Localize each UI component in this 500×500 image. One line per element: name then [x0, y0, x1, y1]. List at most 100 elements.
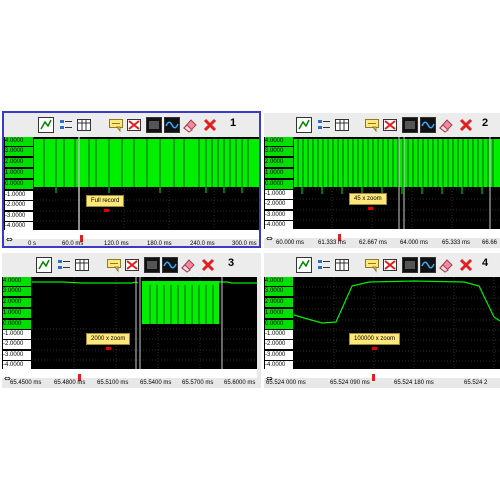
- y-tick-label: 0.0000: [265, 320, 293, 329]
- trace-plot: [294, 277, 500, 369]
- scope-icon[interactable]: [296, 117, 312, 133]
- table-icon[interactable]: [334, 257, 350, 273]
- x-tick-label: 65.524 090 ms: [330, 380, 370, 386]
- scrollbar[interactable]: ⇔: [264, 369, 500, 383]
- table-icon[interactable]: [74, 257, 90, 273]
- y-tick-label: -4.0000: [5, 222, 33, 230]
- y-tick-label: -2.0000: [265, 340, 293, 349]
- scrollbar[interactable]: ⇔: [4, 230, 259, 244]
- y-tick-label: 4.0000: [3, 277, 31, 286]
- y-tick-label: -2.0000: [265, 200, 293, 209]
- scope-icon[interactable]: [296, 257, 312, 273]
- y-tick-label: 0.0000: [3, 320, 31, 329]
- channel-list-icon[interactable]: [316, 117, 332, 133]
- trace-plot: [32, 277, 257, 369]
- y-tick-label: -1.0000: [265, 330, 293, 339]
- tooltip-icon[interactable]: [108, 117, 124, 133]
- panel-2[interactable]: 2 4.0000 3.0000 2.0000 1.0000 0.0000 -1.…: [264, 113, 500, 248]
- disable-icon[interactable]: [124, 257, 140, 273]
- eraser-icon[interactable]: [438, 257, 454, 273]
- display-icon[interactable]: [402, 117, 418, 133]
- eraser-icon[interactable]: [180, 257, 196, 273]
- x-tick-label: 65.5400 ms: [140, 380, 172, 386]
- y-tick-label: -3.0000: [265, 211, 293, 220]
- y-tick-label: 2.0000: [265, 298, 293, 307]
- plot-area[interactable]: [294, 137, 500, 229]
- zoom-marker: [372, 347, 377, 350]
- x-tick-label: 240.0 ms: [190, 241, 215, 247]
- y-tick-label: -2.0000: [3, 340, 31, 349]
- table-icon[interactable]: [334, 117, 350, 133]
- scrollbar[interactable]: ⇔: [2, 369, 257, 383]
- channel-list-icon[interactable]: [316, 257, 332, 273]
- y-tick-label: -4.0000: [265, 221, 293, 229]
- x-tick-label: 60.000 ms: [276, 240, 305, 246]
- disable-icon[interactable]: [382, 257, 398, 273]
- panel-number: 4: [482, 257, 489, 269]
- scope-icon[interactable]: [38, 117, 54, 133]
- panel-3[interactable]: 3 4.0000 3.0000 2.0000 1.0000 0.0000 -1.…: [2, 253, 261, 388]
- channel-list-icon[interactable]: [56, 257, 72, 273]
- close-icon[interactable]: [202, 117, 218, 133]
- y-tick-label: -3.0000: [5, 212, 33, 221]
- close-icon[interactable]: [200, 257, 216, 273]
- display-icon[interactable]: [402, 257, 418, 273]
- zoom-marker: [104, 209, 109, 212]
- y-tick-label: 4.0000: [5, 137, 33, 146]
- panel-4[interactable]: 4 4.0000 3.0000 2.0000 1.0000 0.0000 -1.…: [264, 253, 500, 388]
- y-tick-label: 1.0000: [5, 169, 33, 178]
- table-icon[interactable]: [76, 117, 92, 133]
- y-axis: 4.0000 3.0000 2.0000 1.0000 0.0000 -1.00…: [4, 137, 34, 230]
- y-tick-label: -4.0000: [3, 361, 31, 369]
- scrollbar[interactable]: ⇔: [264, 229, 500, 243]
- x-tick-label: 65.4500 ms: [10, 380, 42, 386]
- x-tick-label: 62.667 ms: [359, 240, 388, 246]
- disable-icon[interactable]: [382, 117, 398, 133]
- close-icon[interactable]: [458, 117, 474, 133]
- close-icon[interactable]: [458, 257, 474, 273]
- tooltip-icon[interactable]: [364, 257, 380, 273]
- y-tick-label: -1.0000: [265, 190, 293, 199]
- panel-1[interactable]: 1 4.0000 3.0000 2.0000 1.0000 0.0000 -1.…: [2, 111, 261, 248]
- display-icon[interactable]: [144, 257, 160, 273]
- y-tick-label: 0.0000: [265, 180, 293, 189]
- y-tick-label: 2.0000: [265, 158, 293, 167]
- scope-icon[interactable]: [36, 257, 52, 273]
- y-axis: 4.0000 3.0000 2.0000 1.0000 0.0000 -1.00…: [2, 277, 32, 369]
- x-tick-label: 0 s: [28, 241, 37, 247]
- waveform-icon[interactable]: [420, 117, 436, 133]
- y-tick-label: 2.0000: [5, 158, 33, 167]
- waveform-icon[interactable]: [420, 257, 436, 273]
- x-tick-label: 65.5100 ms: [97, 380, 129, 386]
- eraser-icon[interactable]: [438, 117, 454, 133]
- x-tick-label: 64.000 ms: [400, 240, 429, 246]
- waveform-icon[interactable]: [162, 257, 178, 273]
- tooltip-icon[interactable]: [106, 257, 122, 273]
- disable-icon[interactable]: [126, 117, 142, 133]
- plot-area[interactable]: [294, 277, 500, 369]
- zoom-label: 2000 x zoom: [86, 333, 131, 345]
- x-axis: 65.524 000 ms 65.524 090 ms 65.524 180 m…: [264, 378, 500, 388]
- channel-list-icon[interactable]: [58, 117, 74, 133]
- y-tick-label: 3.0000: [265, 147, 293, 156]
- y-tick-label: 4.0000: [265, 137, 293, 146]
- eraser-icon[interactable]: [182, 117, 198, 133]
- display-icon[interactable]: [146, 117, 162, 133]
- y-tick-label: -2.0000: [5, 201, 33, 210]
- zoom-label: 100000 x zoom: [349, 333, 401, 345]
- y-tick-label: -4.0000: [265, 361, 293, 369]
- waveform-icon[interactable]: [164, 117, 180, 133]
- x-axis: 0 s 60.0 ms 120.0 ms 180.0 ms 240.0 ms 3…: [4, 239, 259, 249]
- y-axis: 4.0000 3.0000 2.0000 1.0000 0.0000 -1.00…: [264, 277, 294, 369]
- plot-area[interactable]: [34, 137, 259, 230]
- tooltip-icon[interactable]: [364, 117, 380, 133]
- panel-3-toolbar: 3: [2, 253, 261, 277]
- panel-number: 2: [482, 117, 489, 129]
- trace-plot: [294, 137, 500, 229]
- x-tick-label: 65.524 000 ms: [266, 380, 306, 386]
- y-tick-label: -3.0000: [3, 351, 31, 360]
- zoom-label: Full record: [86, 195, 125, 207]
- y-tick-label: 4.0000: [265, 277, 293, 286]
- plot-area[interactable]: [32, 277, 257, 369]
- panel-number: 3: [228, 257, 235, 269]
